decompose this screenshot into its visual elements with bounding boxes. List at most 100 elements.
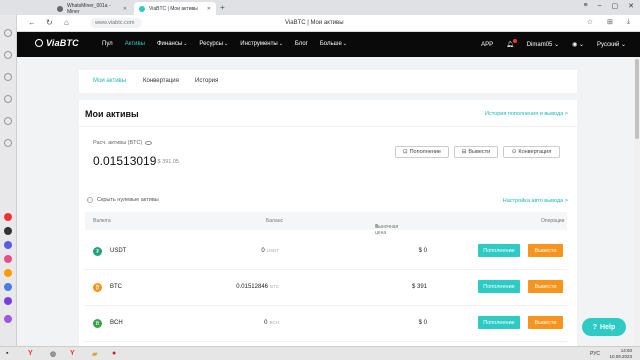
sidebar-clock-icon[interactable] bbox=[4, 29, 12, 37]
usdt-icon: ₮ bbox=[93, 247, 102, 256]
bookmark-icon[interactable]: ☆ bbox=[587, 18, 593, 26]
deposit-button[interactable]: ⊡ Пополнение bbox=[395, 146, 449, 158]
history-link[interactable]: История пополнения и вывода > bbox=[485, 111, 568, 117]
folder-icon[interactable]: ▰ bbox=[92, 350, 100, 358]
os-taskbar: ▪ Y ◍ Y ▰ ● РУС 14:50 10.09.2023 bbox=[0, 346, 640, 360]
help-button[interactable]: ? Help bbox=[582, 318, 626, 336]
close-window-icon[interactable]: ✕ bbox=[628, 2, 634, 10]
estimated-value: 0.01513019 bbox=[93, 154, 157, 168]
scrollbar-thumb[interactable] bbox=[635, 59, 639, 139]
tab-favicon-icon bbox=[139, 5, 145, 12]
minimize-icon[interactable]: – bbox=[598, 2, 602, 10]
balance-unit: USDT bbox=[266, 248, 279, 253]
hide-zero-checkbox[interactable] bbox=[87, 197, 93, 203]
estimated-label-text: Расч. активы (BTC) bbox=[93, 140, 143, 146]
user-menu[interactable]: Dimam05 ⌄ bbox=[527, 41, 559, 48]
nav-assets[interactable]: Активы bbox=[125, 41, 145, 47]
user-avatar-icon[interactable]: ◉ ⌄ bbox=[572, 41, 584, 48]
sidebar-bookmark-icon[interactable] bbox=[4, 95, 12, 103]
coin-name: USDT bbox=[110, 248, 127, 254]
nav-label: Больше bbox=[319, 41, 342, 47]
deposit-icon: ⊡ bbox=[402, 149, 408, 155]
help-label: Help bbox=[600, 323, 616, 331]
page-scrollbar[interactable] bbox=[634, 57, 640, 346]
col-balance: Баланс bbox=[266, 218, 284, 224]
sidebar-app-icon[interactable] bbox=[4, 297, 12, 305]
download-icon[interactable]: ⤓ bbox=[627, 18, 630, 26]
maximize-icon[interactable]: ▢ bbox=[612, 2, 619, 10]
browser-tabstrip: WhatsMiner_001a - Miner ✕ ViaBTC | Мои а… bbox=[0, 0, 640, 15]
nav-more[interactable]: Больше⌄ bbox=[320, 41, 347, 47]
help-icon: ? bbox=[592, 323, 598, 331]
sidebar-app-icon[interactable] bbox=[4, 241, 12, 249]
nav-pool[interactable]: Пул bbox=[102, 41, 113, 47]
tab-close-icon[interactable]: ✕ bbox=[207, 6, 211, 12]
browser-tab-whatsminer[interactable]: WhatsMiner_001a - Miner ✕ bbox=[52, 2, 132, 15]
bell-icon[interactable]: 🔔︎ bbox=[506, 39, 517, 48]
browser-tab-viabtc[interactable]: ViaBTC | Мои активы ✕ bbox=[134, 2, 216, 15]
nav-finance[interactable]: Финансы⌄ bbox=[157, 41, 187, 47]
sidebar-app-icon[interactable] bbox=[4, 255, 12, 263]
tab-my-assets[interactable]: Мои активы bbox=[93, 78, 126, 84]
nav-resources[interactable]: Ресурсы⌄ bbox=[199, 41, 228, 47]
sidebar-app-icon[interactable] bbox=[4, 213, 12, 221]
convert-button[interactable]: ⊙ Конвертация bbox=[503, 146, 560, 158]
sidebar-notes-icon[interactable] bbox=[4, 117, 12, 125]
sort-icon: ⇅ bbox=[375, 224, 380, 230]
deposit-bch-button[interactable]: Пополнение bbox=[478, 316, 520, 329]
button-label: Вывести bbox=[468, 149, 491, 155]
withdraw-usdt-button[interactable]: Вывести bbox=[528, 244, 563, 257]
balance: 0.01512846 BTC bbox=[236, 284, 279, 290]
sidebar-history-icon[interactable] bbox=[4, 51, 12, 59]
withdraw-btc-button[interactable]: Вывести bbox=[528, 280, 563, 293]
balance-unit: BCH bbox=[269, 320, 279, 325]
sidebar-app-icon[interactable] bbox=[4, 283, 12, 291]
notification-dot bbox=[512, 39, 517, 43]
withdraw-icon: ⊟ bbox=[461, 149, 467, 155]
page-title: ViaBTC | Мои активы bbox=[285, 20, 344, 26]
ladybug-icon[interactable]: ● bbox=[112, 350, 120, 358]
coin-name: BTC bbox=[110, 284, 122, 290]
convert-icon: ⊙ bbox=[511, 149, 517, 155]
nav-blog[interactable]: Блог bbox=[295, 41, 308, 47]
menu-icon[interactable]: ≡ bbox=[584, 2, 588, 10]
language-select[interactable]: Русский ⌄ bbox=[597, 41, 626, 48]
sidebar-download-icon[interactable] bbox=[4, 73, 12, 81]
nav-label: Инструменты bbox=[240, 41, 278, 47]
yandex-icon[interactable]: Y bbox=[28, 350, 36, 358]
yandex-browser-icon[interactable]: Y bbox=[70, 350, 78, 358]
extensions-icon[interactable]: ⊞ bbox=[607, 18, 613, 26]
chevron-down-icon: ⌄ bbox=[342, 41, 347, 47]
deposit-usdt-button[interactable]: Пополнение bbox=[478, 244, 520, 257]
auto-withdraw-link[interactable]: Настройка авто вывода > bbox=[503, 198, 568, 204]
back-icon[interactable]: ← bbox=[28, 18, 36, 27]
browser-icon[interactable]: ◍ bbox=[50, 350, 58, 358]
withdraw-bch-button[interactable]: Вывести bbox=[528, 316, 563, 329]
viabtc-logo[interactable]: ViaBTC bbox=[35, 38, 79, 48]
start-icon[interactable]: ▪ bbox=[6, 350, 14, 358]
deposit-btc-button[interactable]: Пополнение bbox=[478, 280, 520, 293]
system-clock[interactable]: 14:50 10.09.2023 bbox=[609, 348, 632, 359]
browser-sidebar bbox=[0, 15, 17, 346]
refresh-icon[interactable]: ↻ bbox=[46, 18, 53, 27]
chevron-down-icon: ⌄ bbox=[183, 41, 188, 47]
table-header: Валюта Баланс Рыночная цена ⇅ Операции bbox=[85, 212, 567, 236]
sidebar-app-icon[interactable] bbox=[4, 269, 12, 277]
language-indicator[interactable]: РУС bbox=[590, 351, 600, 357]
sidebar-app-icon[interactable] bbox=[4, 227, 12, 235]
tab-close-icon[interactable]: ✕ bbox=[123, 6, 127, 12]
nav-tools[interactable]: Инструменты⌄ bbox=[240, 41, 283, 47]
eye-icon[interactable] bbox=[145, 141, 153, 145]
tab-history[interactable]: История bbox=[195, 78, 218, 84]
sidebar-app-icon[interactable] bbox=[4, 315, 12, 323]
new-tab-icon[interactable]: + bbox=[220, 3, 225, 12]
sidebar-settings-icon[interactable] bbox=[4, 139, 12, 147]
url-field[interactable]: www.viabtc.com bbox=[90, 18, 142, 28]
home-icon[interactable]: ⌂ bbox=[64, 18, 69, 27]
hide-zero-toggle[interactable]: Скрыть нулевые активы bbox=[87, 197, 159, 203]
app-link[interactable]: APP bbox=[481, 42, 493, 48]
market-price: $ 0 bbox=[418, 320, 427, 326]
tab-conversion[interactable]: Конвертация bbox=[143, 78, 179, 84]
withdraw-button[interactable]: ⊟ Вывести bbox=[454, 146, 498, 158]
clock-date: 10.09.2023 bbox=[609, 353, 632, 359]
